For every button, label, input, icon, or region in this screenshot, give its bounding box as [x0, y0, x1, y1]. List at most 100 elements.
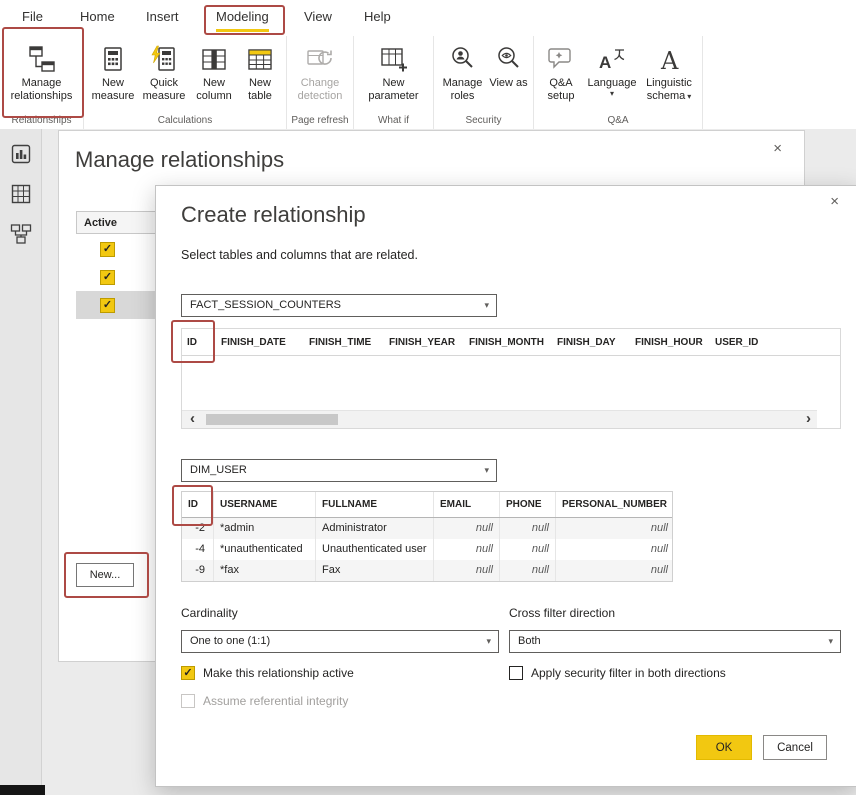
referential-integrity-option: Assume referential integrity	[181, 694, 348, 708]
instruction-text: Select tables and columns that are relat…	[181, 248, 418, 262]
table2-col-email[interactable]: EMAIL	[434, 492, 500, 517]
ribbon-group-qa: Q&A setup A Language▾ A	[534, 36, 703, 129]
qa-setup-icon	[546, 43, 576, 75]
table1-body	[182, 356, 840, 410]
group-label-what-if: What if	[354, 115, 433, 126]
new-table-button[interactable]: New table	[238, 41, 282, 104]
table1-col-finish-date[interactable]: FINISH_DATE	[216, 329, 304, 355]
active-column-header: Active	[76, 211, 160, 234]
linguistic-schema-icon: A	[654, 43, 684, 75]
chevron-down-icon: ▾	[486, 631, 491, 652]
new-measure-button[interactable]: New measure	[88, 41, 138, 104]
group-label-qa: Q&A	[534, 115, 702, 126]
language-icon: A	[597, 43, 627, 75]
manage-roles-button[interactable]: Manage roles	[438, 41, 488, 104]
group-label-security: Security	[434, 115, 533, 126]
relationship-active-checkbox[interactable]: ✓	[100, 270, 115, 285]
menu-help[interactable]: Help	[364, 9, 391, 29]
chevron-down-icon: ▾	[588, 90, 637, 98]
relationships-icon	[27, 43, 57, 75]
table1-col-id[interactable]: ID	[182, 329, 216, 355]
new-measure-icon	[98, 43, 128, 75]
security-filter-checkbox[interactable]	[509, 666, 523, 680]
data-view-icon[interactable]	[10, 183, 32, 205]
table1-select[interactable]: FACT_SESSION_COUNTERS ▾	[181, 294, 497, 317]
cardinality-label: Cardinality	[181, 606, 238, 620]
view-as-icon	[494, 43, 524, 75]
new-relationship-button[interactable]: New...	[76, 563, 134, 587]
table1-col-finish-year[interactable]: FINISH_YEAR	[384, 329, 464, 355]
language-button[interactable]: A Language▾	[585, 41, 639, 100]
create-relationship-dialog: × Create relationship Select tables and …	[155, 185, 856, 787]
new-table-icon	[245, 43, 275, 75]
group-label-page-refresh: Page refresh	[287, 115, 353, 126]
group-label-calculations: Calculations	[84, 115, 286, 126]
menu-file[interactable]: File	[22, 9, 43, 29]
menu-insert[interactable]: Insert	[146, 9, 179, 29]
table1-col-finish-hour[interactable]: FINISH_HOUR	[630, 329, 710, 355]
menu-view[interactable]: View	[304, 9, 332, 29]
security-filter-option[interactable]: Apply security filter in both directions	[509, 666, 726, 680]
chevron-down-icon: ▾	[484, 460, 489, 481]
create-dialog-title: Create relationship	[181, 202, 366, 228]
relationship-active-checkbox[interactable]: ✓	[100, 242, 115, 257]
table1-preview: ID FINISH_DATE FINISH_TIME FINISH_YEAR F…	[181, 328, 841, 429]
ribbon-group-relationships: Manage relationships Relationships	[0, 36, 84, 129]
table2-col-username[interactable]: USERNAME	[214, 492, 316, 517]
close-icon[interactable]: ×	[826, 192, 843, 211]
chevron-down-icon: ▾	[687, 92, 691, 101]
group-label-relationships: Relationships	[0, 115, 83, 126]
powerbi-window: File Home Insert Modeling View Help	[0, 0, 856, 795]
cross-filter-label: Cross filter direction	[509, 606, 615, 620]
report-view-icon[interactable]	[10, 143, 32, 165]
manage-roles-icon	[448, 43, 478, 75]
quick-measure-button[interactable]: Quick measure	[138, 41, 190, 104]
model-view-icon[interactable]	[10, 223, 32, 245]
linguistic-schema-button[interactable]: A Linguistic schema▾	[639, 41, 699, 105]
make-active-checkbox[interactable]: ✓	[181, 666, 195, 680]
close-icon[interactable]: ×	[769, 139, 786, 158]
chevron-down-icon: ▾	[828, 631, 833, 652]
svg-text:A: A	[599, 53, 611, 72]
new-column-button[interactable]: New column	[190, 41, 238, 104]
table1-col-finish-day[interactable]: FINISH_DAY	[552, 329, 630, 355]
table2-col-personal-number[interactable]: PERSONAL_NUMBER	[556, 492, 674, 517]
table-row: -4 *unauthenticated Unauthenticated user…	[182, 539, 672, 560]
cancel-button[interactable]: Cancel	[763, 735, 827, 760]
table2-col-phone[interactable]: PHONE	[500, 492, 556, 517]
view-as-button[interactable]: View as	[488, 41, 530, 92]
quick-measure-icon	[149, 43, 179, 75]
ribbon-group-what-if: New parameter What if	[354, 36, 434, 129]
new-parameter-button[interactable]: New parameter	[363, 41, 425, 104]
relationship-active-checkbox[interactable]: ✓	[100, 298, 115, 313]
menu-modeling[interactable]: Modeling	[216, 9, 269, 32]
table1-col-user-id[interactable]: USER_ID	[710, 329, 780, 355]
table2-col-id[interactable]: ID	[182, 492, 214, 517]
ribbon-group-calculations: New measure Quick measure	[84, 36, 287, 129]
ok-button[interactable]: OK	[696, 735, 752, 760]
table2-select[interactable]: DIM_USER ▾	[181, 459, 497, 482]
qa-setup-button[interactable]: Q&A setup	[537, 41, 585, 104]
menu-home[interactable]: Home	[80, 9, 115, 29]
scroll-right-icon[interactable]: ›	[806, 411, 811, 427]
scrollbar-thumb[interactable]	[206, 414, 338, 425]
scroll-left-icon[interactable]: ‹	[190, 411, 195, 427]
cardinality-select[interactable]: One to one (1:1) ▾	[181, 630, 499, 653]
make-active-option[interactable]: ✓ Make this relationship active	[181, 666, 354, 680]
manage-dialog-title: Manage relationships	[75, 147, 284, 173]
sidebar-bottom-strip	[0, 785, 45, 795]
table-row: -9 *fax Fax null null null	[182, 560, 672, 581]
table1-col-finish-month[interactable]: FINISH_MONTH	[464, 329, 552, 355]
new-column-icon	[199, 43, 229, 75]
referential-integrity-checkbox	[181, 694, 195, 708]
manage-relationships-button[interactable]: Manage relationships	[4, 41, 80, 104]
ribbon-group-security: Manage roles View as Security	[434, 36, 534, 129]
table2-col-fullname[interactable]: FULLNAME	[316, 492, 434, 517]
change-detection-icon	[305, 43, 335, 75]
horizontal-scrollbar[interactable]: ‹ ›	[182, 410, 817, 428]
menubar: File Home Insert Modeling View Help	[0, 0, 856, 36]
chevron-down-icon: ▾	[484, 295, 489, 316]
table2-preview: ID USERNAME FULLNAME EMAIL PHONE PERSONA…	[181, 491, 673, 582]
table1-col-finish-time[interactable]: FINISH_TIME	[304, 329, 384, 355]
cross-filter-select[interactable]: Both ▾	[509, 630, 841, 653]
